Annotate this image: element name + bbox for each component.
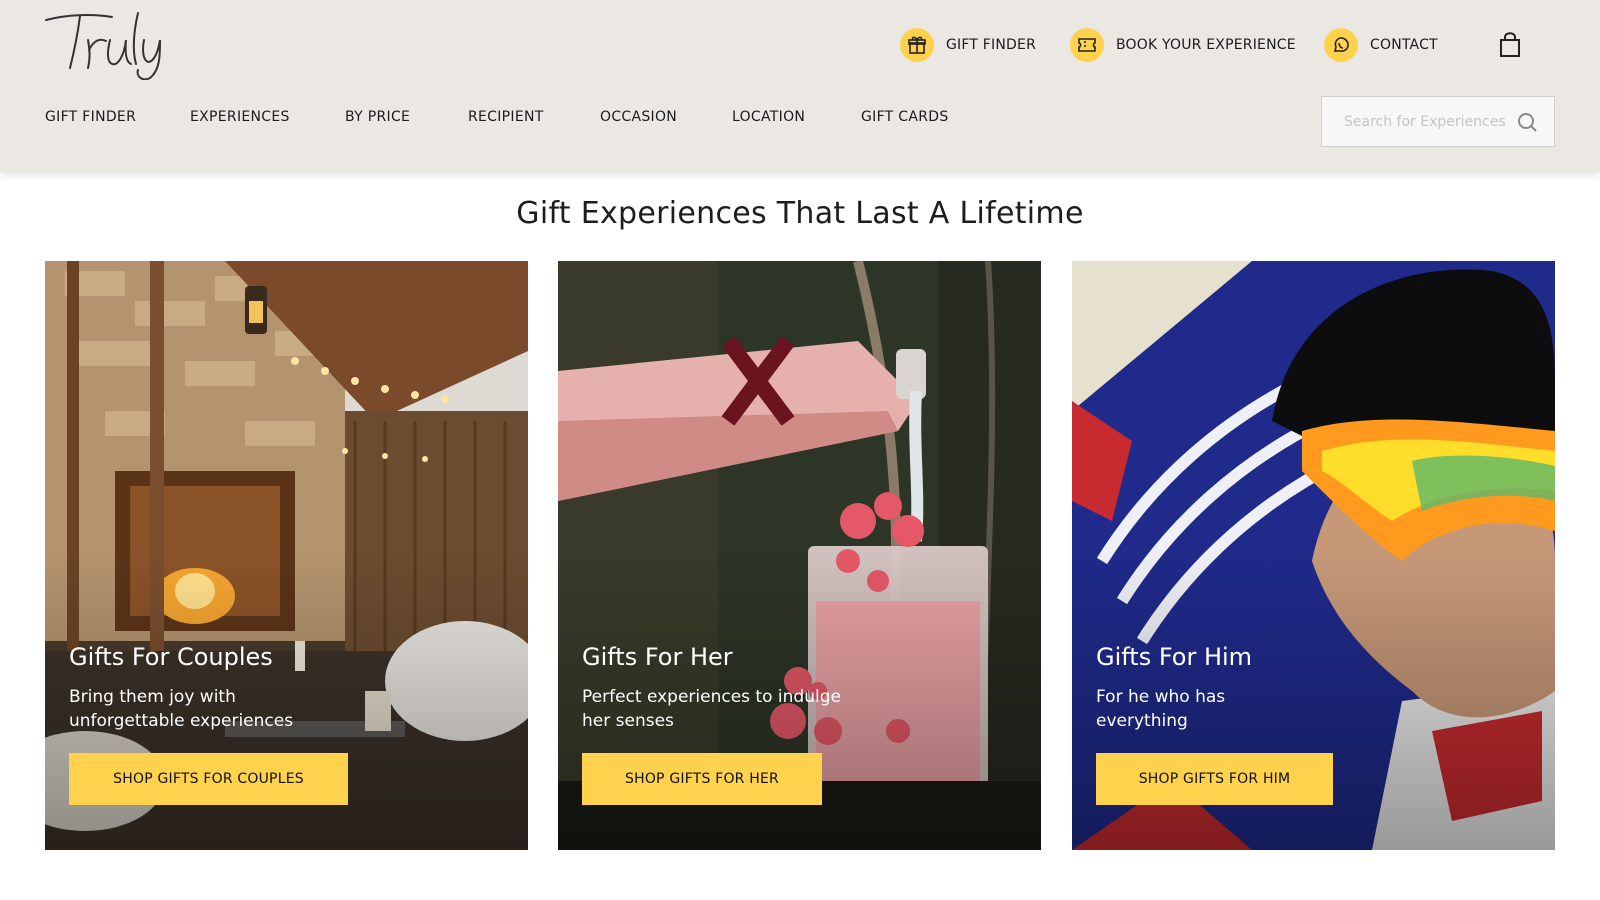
search-box bbox=[1321, 96, 1555, 147]
card-description: Perfect experiences to indulge her sense… bbox=[582, 687, 841, 731]
card-description: Bring them joy with unforgettable experi… bbox=[69, 687, 294, 731]
nav-gift-cards[interactable]: GIFT CARDS bbox=[861, 109, 949, 125]
card-description: For he who has everything bbox=[1096, 687, 1226, 731]
whatsapp-icon bbox=[1324, 28, 1358, 62]
nav-occasion[interactable]: OCCASION bbox=[600, 109, 677, 125]
ticket-icon bbox=[1070, 28, 1104, 62]
nav-location[interactable]: LOCATION bbox=[732, 109, 805, 125]
nav-recipient[interactable]: RECIPIENT bbox=[468, 109, 544, 125]
shopping-bag-icon[interactable] bbox=[1496, 30, 1524, 60]
card-title: Gifts For Him bbox=[1096, 643, 1253, 671]
page-headline: Gift Experiences That Last A Lifetime bbox=[516, 196, 1084, 231]
shop-gifts-him-button[interactable]: SHOP GIFTS FOR HIM bbox=[1096, 753, 1333, 805]
util-contact-label: CONTACT bbox=[1370, 37, 1438, 53]
nav-by-price[interactable]: BY PRICE bbox=[345, 109, 410, 125]
nav-experiences[interactable]: EXPERIENCES bbox=[190, 109, 290, 125]
util-gift-finder[interactable]: GIFT FINDER bbox=[900, 28, 1036, 62]
util-gift-finder-label: GIFT FINDER bbox=[946, 37, 1036, 53]
shop-gifts-couples-button[interactable]: SHOP GIFTS FOR COUPLES bbox=[69, 753, 348, 805]
card-couples[interactable]: Gifts For Couples Bring them joy with un… bbox=[45, 261, 528, 850]
util-book-experience-label: BOOK YOUR EXPERIENCE bbox=[1116, 37, 1296, 53]
nav-gift-finder[interactable]: GIFT FINDER bbox=[45, 109, 136, 125]
truly-logo[interactable] bbox=[44, 10, 176, 81]
card-title: Gifts For Her bbox=[582, 643, 733, 671]
card-title: Gifts For Couples bbox=[69, 643, 273, 671]
search-input[interactable] bbox=[1342, 112, 1526, 131]
card-her[interactable]: Gifts For Her Perfect experiences to ind… bbox=[558, 261, 1041, 850]
search-icon[interactable] bbox=[1516, 111, 1538, 133]
util-book-experience[interactable]: BOOK YOUR EXPERIENCE bbox=[1070, 28, 1296, 62]
gift-icon bbox=[900, 28, 934, 62]
shop-gifts-her-button[interactable]: SHOP GIFTS FOR HER bbox=[582, 753, 822, 805]
util-contact[interactable]: CONTACT bbox=[1324, 28, 1438, 62]
site-header: GIFT FINDER BOOK YOUR EXPERIENCE CONTACT… bbox=[0, 0, 1600, 172]
card-him[interactable]: Gifts For Him For he who has everything … bbox=[1072, 261, 1555, 850]
